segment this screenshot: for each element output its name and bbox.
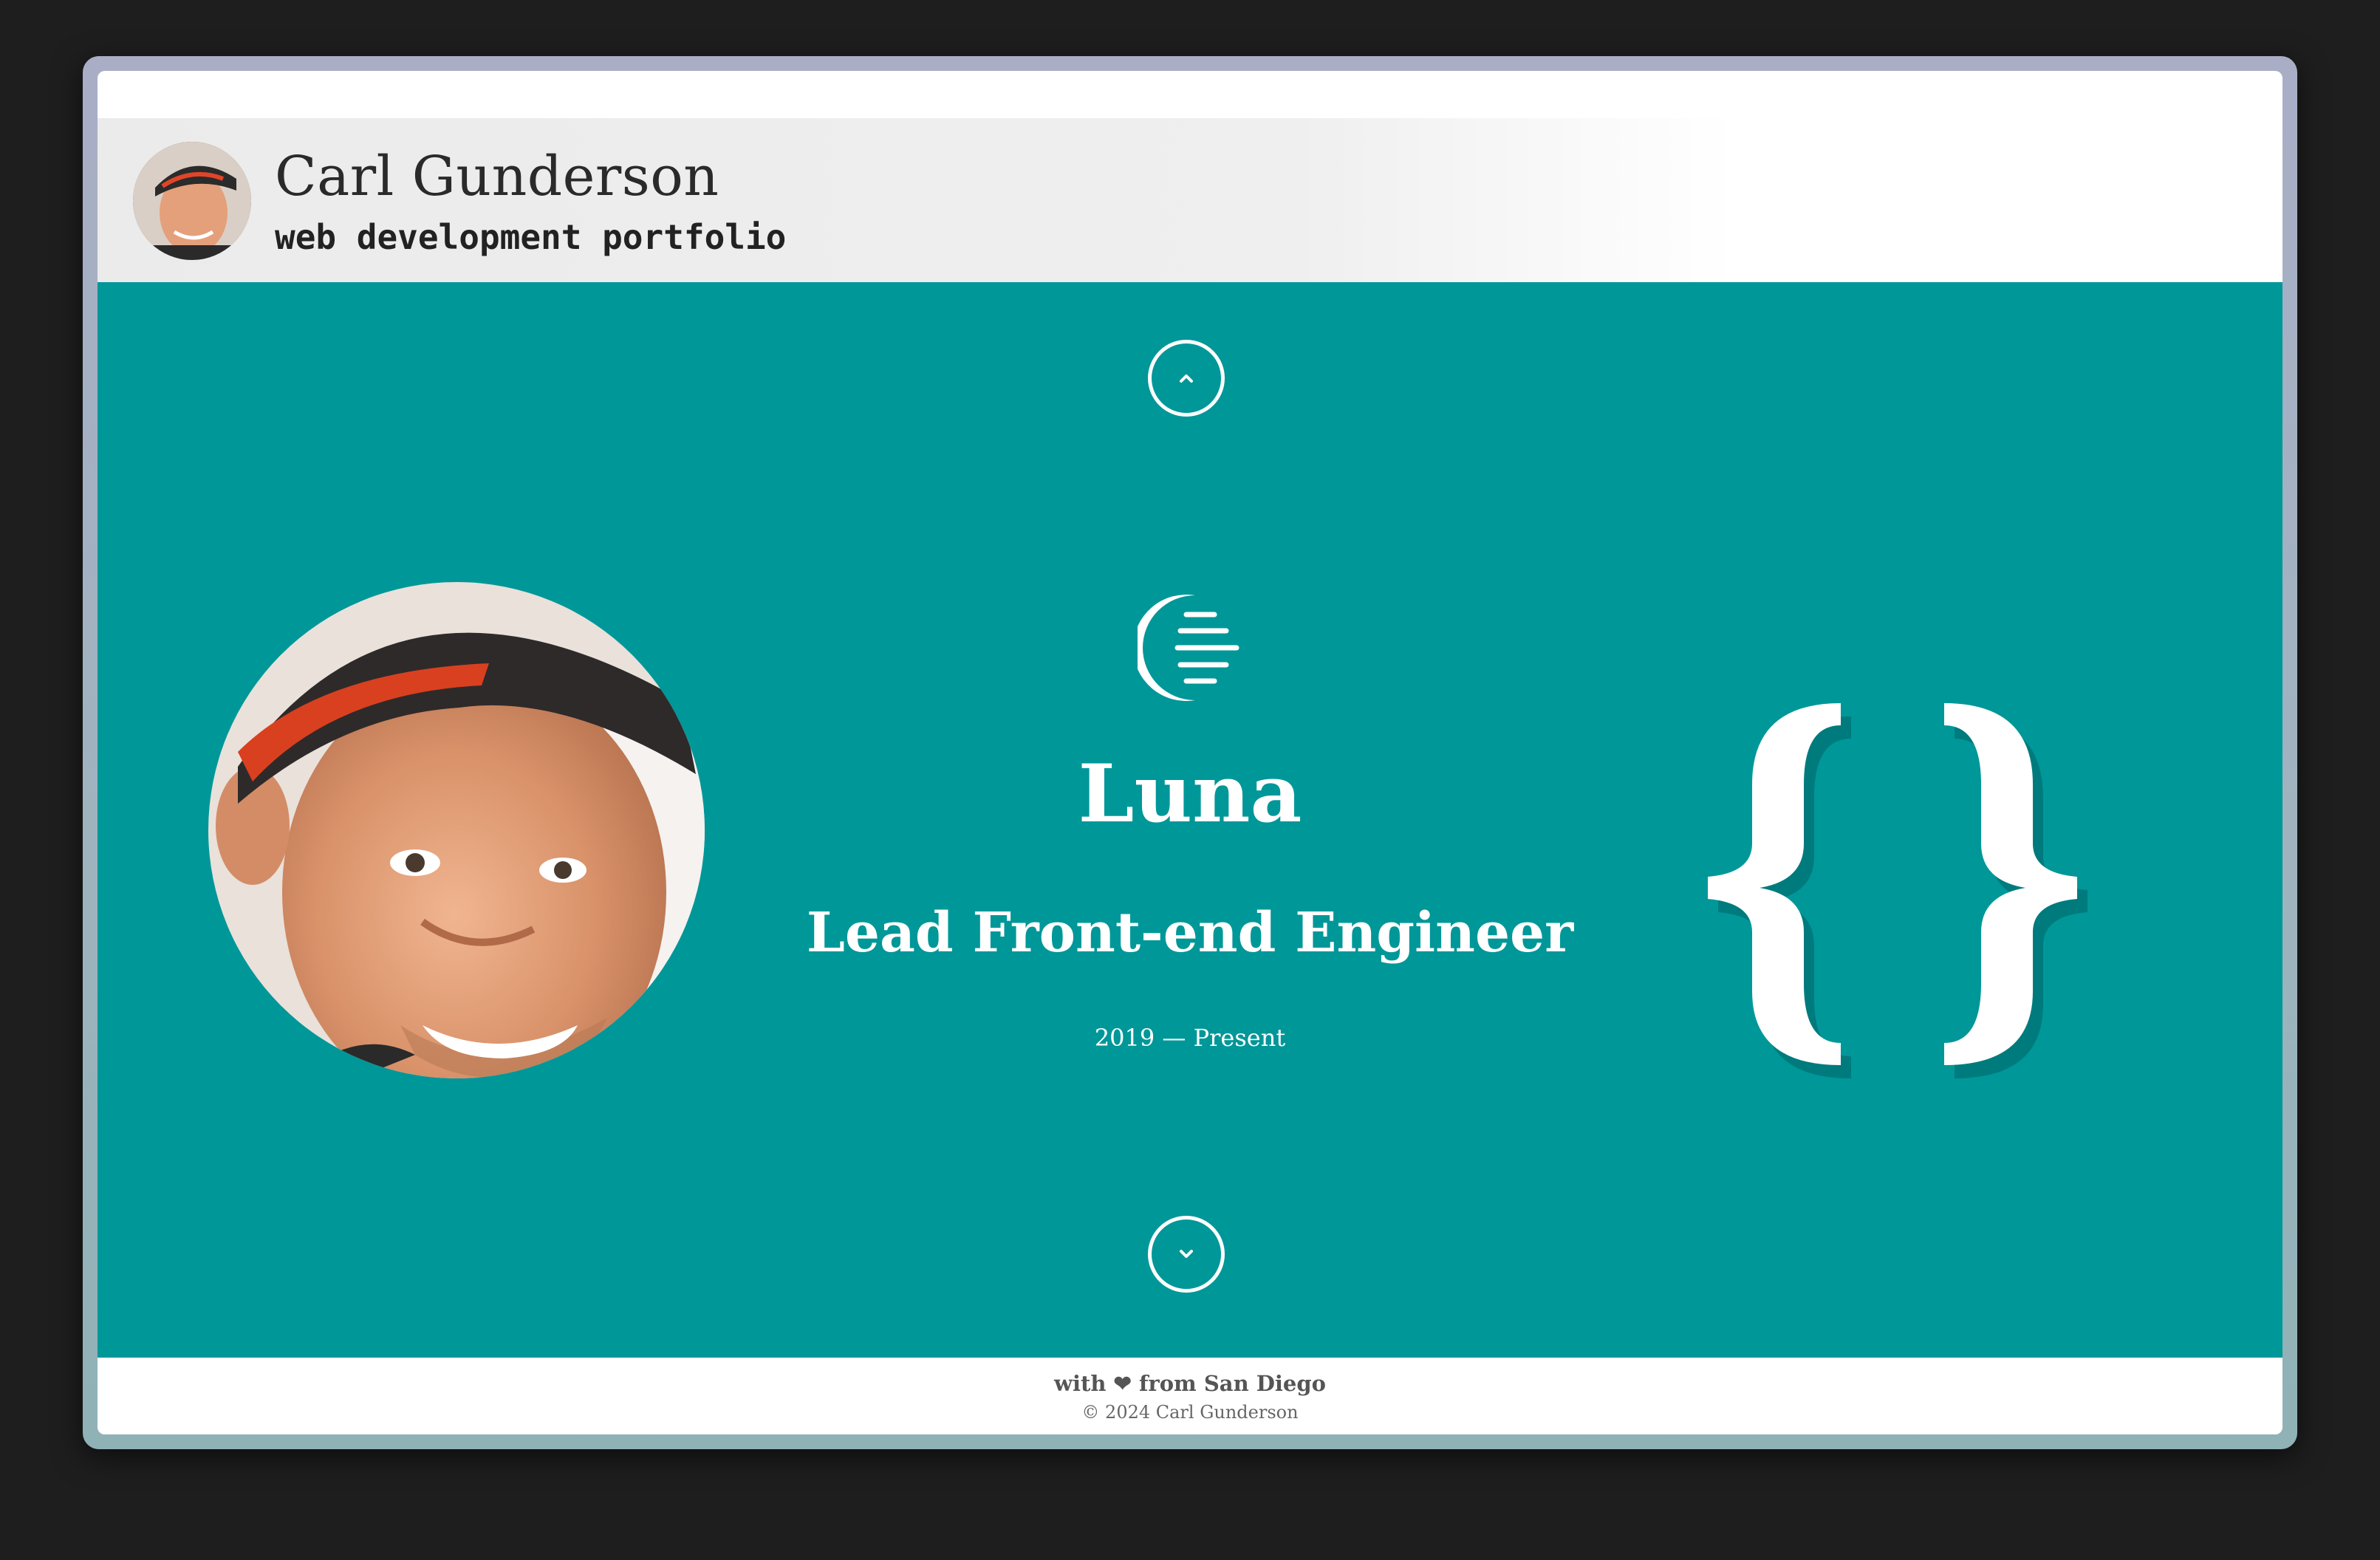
footer-tagline: with ❤ from San Diego [1054, 1371, 1326, 1396]
avatar[interactable] [133, 142, 251, 260]
footer-copyright: © 2024 Carl Gunderson [1081, 1402, 1299, 1423]
site-footer: with ❤ from San Diego © 2024 Carl Gunder… [98, 1358, 2282, 1434]
chevron-down-icon [1180, 1250, 1193, 1258]
experience-section: Luna Lead Front-end Engineer 2019 — Pres… [98, 282, 2282, 1358]
previous-button[interactable] [1148, 340, 1225, 417]
site-header: Carl Gunderson web development portfolio [98, 118, 2282, 282]
luna-crescent-logo [1133, 592, 1248, 703]
next-button[interactable] [1148, 1216, 1225, 1293]
curly-braces-icon [1708, 696, 2151, 1213]
page-window: Carl Gunderson web development portfolio [98, 71, 2282, 1434]
site-subtitle: web development portfolio [275, 217, 787, 257]
chevron-up-icon [1180, 374, 1193, 383]
browser-frame: Carl Gunderson web development portfolio [83, 56, 2297, 1449]
site-title: Carl Gunderson [275, 145, 719, 208]
